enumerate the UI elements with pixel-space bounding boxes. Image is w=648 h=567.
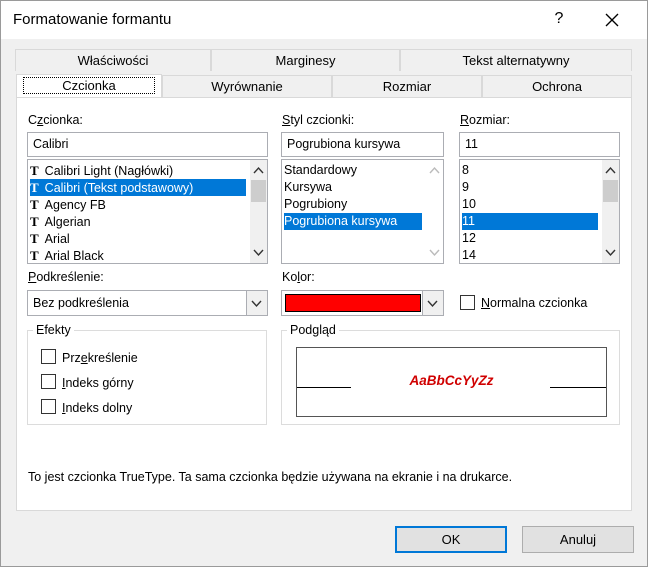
effects-title: Efekty — [33, 323, 74, 337]
style-list[interactable]: Standardowy Kursywa Pogrubiony Pogrubion… — [281, 159, 444, 264]
size-list-scrollbar[interactable] — [602, 160, 619, 263]
list-item[interactable]: 10 — [462, 196, 598, 213]
font-input[interactable]: Calibri — [27, 132, 268, 157]
style-list-scrollbar[interactable] — [426, 160, 443, 263]
tab-font-label: Czcionka — [23, 77, 155, 94]
color-label: Kolor: — [282, 270, 315, 284]
underline-label: Podkreślenie: — [28, 270, 104, 284]
ok-button[interactable]: OK — [395, 526, 507, 553]
font-list[interactable]: T Calibri Light (Nagłówki) T Calibri (Teks… — [27, 159, 268, 264]
list-item-selected[interactable]: T Calibri (Tekst podstawowy) — [30, 179, 246, 196]
color-label-rest: or: — [300, 270, 315, 284]
format-control-dialog: Formatowanie formantu ? Właściwości Marg… — [0, 0, 648, 567]
underline-label-rest: odkreślenie: — [36, 270, 104, 284]
tab-alt-text[interactable]: Tekst alternatywny — [400, 49, 632, 71]
scroll-down-icon[interactable] — [605, 247, 616, 258]
scroll-up-icon[interactable] — [429, 165, 440, 176]
tab-alignment[interactable]: Wyrównanie — [162, 75, 332, 97]
scroll-up-icon[interactable] — [253, 165, 264, 176]
help-button[interactable]: ? — [549, 7, 569, 31]
list-item[interactable]: 14 — [462, 247, 598, 263]
style-input[interactable]: Pogrubiona kursywa — [281, 132, 444, 157]
dialog-title: Formatowanie formantu — [13, 11, 172, 28]
truetype-icon: T — [30, 214, 39, 229]
normal-font-hotkey: N — [481, 296, 491, 310]
font-list-scrollbar[interactable] — [250, 160, 267, 263]
list-item[interactable]: T Calibri Light (Nagłówki) — [30, 162, 248, 179]
size-input[interactable]: 11 — [459, 132, 620, 157]
normal-font-label: Normalna czcionka — [481, 296, 587, 310]
color-dropdown-button[interactable] — [422, 291, 443, 315]
list-item-selected[interactable]: 11 — [462, 213, 598, 230]
truetype-icon: T — [30, 180, 39, 195]
close-icon — [605, 13, 619, 27]
underline-dropdown-button[interactable] — [246, 291, 267, 315]
list-item[interactable]: 9 — [462, 179, 598, 196]
size-label-hotkey: R — [460, 113, 470, 127]
size-label-rest: ozmiar: — [469, 113, 511, 127]
list-item-selected[interactable]: Pogrubiona kursywa — [284, 213, 422, 230]
strikethrough-label: Przekreślenie — [62, 351, 138, 365]
tab-size[interactable]: Rozmiar — [332, 75, 482, 97]
tab-margins[interactable]: Marginesy — [211, 49, 400, 71]
chevron-down-icon — [251, 300, 262, 308]
list-item[interactable]: Pogrubiony — [284, 196, 422, 213]
normal-font-checkbox[interactable] — [460, 295, 475, 310]
style-label-rest: tyl czcionki: — [290, 113, 355, 127]
list-item[interactable]: 8 — [462, 162, 598, 179]
list-item[interactable]: T Agency FB — [30, 196, 248, 213]
color-label-pre: Ko — [282, 270, 298, 284]
title-bar: Formatowanie formantu ? — [1, 1, 647, 39]
font-info-text: To jest czcionka TrueType. Ta sama czcio… — [28, 470, 513, 484]
scroll-down-icon[interactable] — [429, 247, 440, 258]
underline-value: Bez podkreślenia — [33, 296, 129, 310]
underline-select[interactable]: Bez podkreślenia — [27, 290, 268, 316]
font-label-rest: cionka: — [43, 113, 83, 127]
preview-box: AaBbCcYyZz — [296, 347, 607, 417]
tab-protection[interactable]: Ochrona — [482, 75, 632, 97]
chevron-down-icon — [427, 300, 438, 308]
preview-title: Podgląd — [287, 323, 339, 337]
list-item[interactable]: T Arial Black — [30, 247, 248, 263]
color-swatch — [285, 294, 421, 312]
size-label: Rozmiar: — [460, 113, 510, 127]
truetype-icon: T — [30, 248, 39, 263]
truetype-icon: T — [30, 231, 39, 246]
list-item[interactable]: T Arial — [30, 230, 248, 247]
strikethrough-checkbox[interactable] — [41, 349, 56, 364]
tab-font[interactable]: Czcionka — [16, 74, 162, 98]
scroll-thumb[interactable] — [251, 180, 266, 202]
list-item[interactable]: 12 — [462, 230, 598, 247]
superscript-label: Indeks górny — [62, 376, 134, 390]
style-label: Styl czcionki: — [282, 113, 354, 127]
font-label: Czcionka: — [28, 113, 83, 127]
tab-properties[interactable]: Właściwości — [15, 49, 211, 71]
list-item[interactable]: Standardowy — [284, 162, 422, 179]
scroll-up-icon[interactable] — [605, 165, 616, 176]
subscript-checkbox[interactable] — [41, 399, 56, 414]
scroll-down-icon[interactable] — [253, 247, 264, 258]
font-label-first: C — [28, 113, 38, 127]
color-picker[interactable] — [281, 290, 444, 316]
close-button[interactable] — [597, 7, 627, 33]
size-list[interactable]: 8 9 10 11 12 14 — [459, 159, 620, 264]
list-item[interactable]: T Algerian — [30, 213, 248, 230]
cancel-button[interactable]: Anuluj — [522, 526, 634, 553]
normal-font-rest: ormalna czcionka — [490, 296, 588, 310]
truetype-icon: T — [30, 197, 39, 212]
preview-sample-text: AaBbCcYyZz — [409, 373, 494, 388]
scroll-thumb[interactable] — [603, 180, 618, 202]
list-item[interactable]: Kursywa — [284, 179, 422, 196]
truetype-icon: T — [30, 163, 39, 178]
subscript-label: Indeks dolny — [62, 401, 133, 415]
superscript-checkbox[interactable] — [41, 374, 56, 389]
